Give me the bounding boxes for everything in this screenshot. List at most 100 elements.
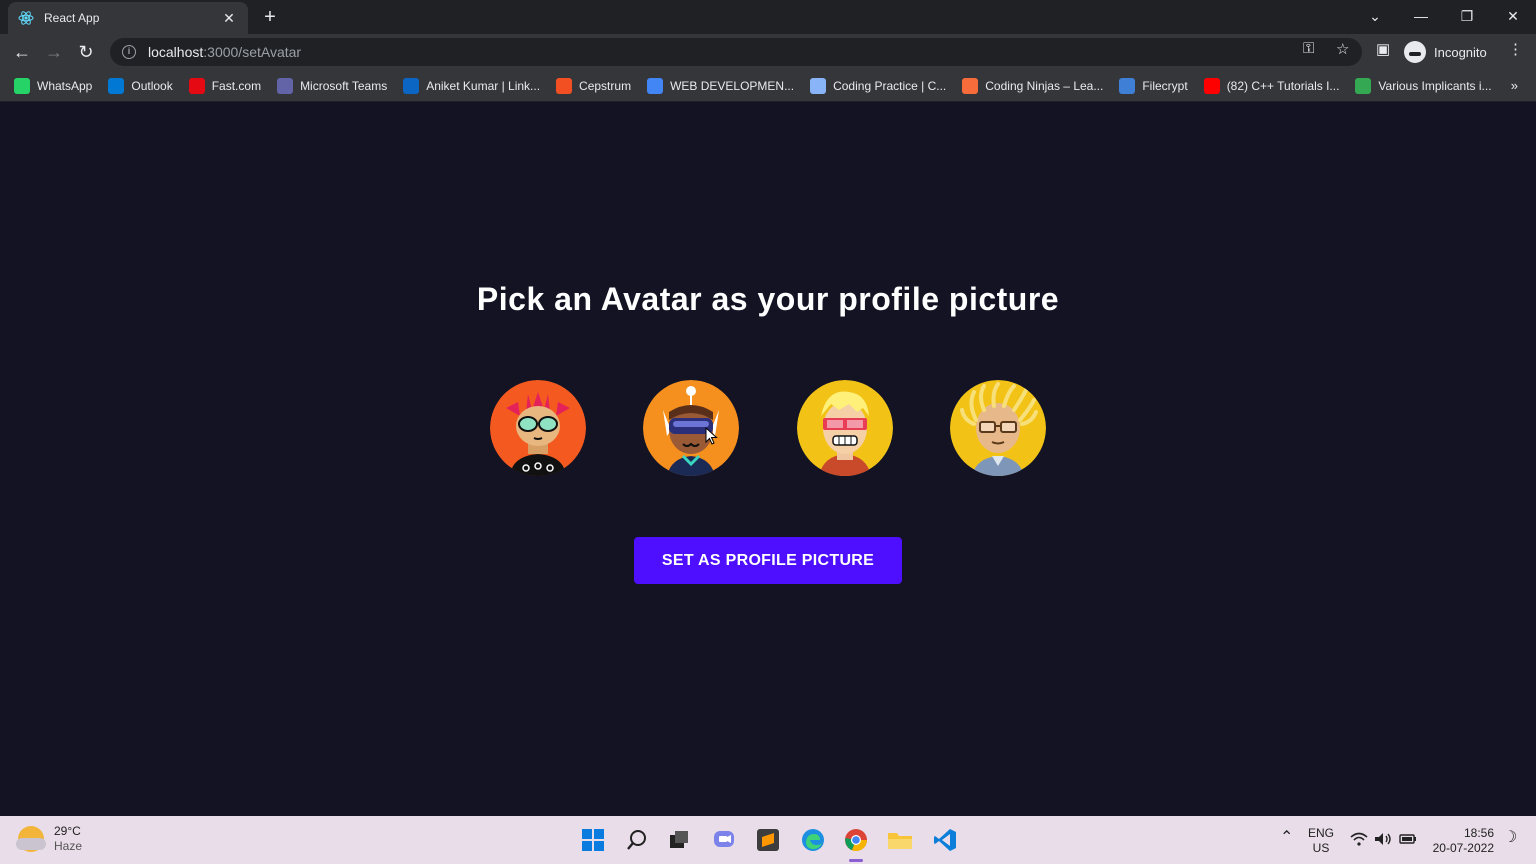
avatar-3-image [797, 380, 893, 476]
bookmark-item[interactable]: (82) C++ Tutorials I... [1203, 77, 1340, 94]
weather-condition: Haze [54, 839, 83, 853]
bookmark-item[interactable]: WhatsApp [14, 77, 93, 94]
incognito-label: Incognito [1434, 44, 1487, 60]
sublime-text-icon [757, 829, 779, 851]
show-hidden-icons-button[interactable]: ⌃ [1280, 830, 1293, 846]
file-explorer-button[interactable] [884, 824, 916, 856]
bookmark-label: Coding Practice | C... [833, 78, 947, 93]
vscode-button[interactable] [929, 824, 961, 856]
clock-date: 20-07-2022 [1432, 841, 1494, 855]
volume-icon[interactable] [1374, 832, 1392, 850]
language-code: ENG [1308, 826, 1335, 840]
search-button[interactable] [621, 824, 653, 856]
bookmark-label: Filecrypt [1142, 78, 1188, 93]
bookmark-favicon-icon [810, 77, 827, 94]
avatar-4-image [950, 380, 1046, 476]
battery-icon[interactable] [1399, 833, 1417, 849]
bookmark-label: Aniket Kumar | Link... [426, 78, 541, 93]
avatar-option-1[interactable] [490, 380, 586, 476]
weather-temperature: 29°C [54, 824, 81, 838]
url-path: :3000/setAvatar [203, 44, 302, 60]
back-button[interactable]: ← [10, 40, 34, 64]
avatar-option-2[interactable] [643, 380, 739, 476]
avatar-1-image [490, 380, 586, 476]
task-view-button[interactable] [663, 824, 695, 856]
bookmark-favicon-icon [277, 77, 294, 94]
mouse-cursor-icon [705, 427, 718, 445]
bookmark-label: WhatsApp [37, 78, 93, 93]
keyboard-layout: US [1312, 841, 1330, 855]
restore-button[interactable]: ❐ [1444, 0, 1490, 32]
bookmark-label: Fast.com [211, 78, 262, 93]
teams-chat-button[interactable] [708, 824, 740, 856]
set-profile-picture-button[interactable]: SET AS PROFILE PICTURE [634, 537, 902, 584]
sublime-text-button[interactable] [752, 824, 784, 856]
edge-icon [802, 829, 824, 851]
bookmark-favicon-icon [188, 77, 205, 94]
bookmark-label: (82) C++ Tutorials I... [1226, 78, 1340, 93]
clock-time: 18:56 [1463, 826, 1494, 840]
bookmarks-overflow-icon[interactable]: » [1511, 78, 1518, 93]
bookmark-label: WEB DEVELOPMEN... [670, 78, 795, 93]
url-host: localhost [148, 44, 204, 60]
avatar-option-4[interactable] [950, 380, 1046, 476]
minimize-button[interactable]: — [1398, 0, 1444, 32]
site-info-icon[interactable]: i [122, 45, 136, 59]
bookmark-favicon-icon [1203, 77, 1220, 94]
forward-button[interactable]: → [42, 40, 66, 64]
reload-button[interactable]: ↻ [74, 40, 98, 64]
bookmark-item[interactable]: WEB DEVELOPMEN... [647, 77, 795, 94]
bookmark-item[interactable]: Microsoft Teams [277, 77, 388, 94]
notification-moon-icon[interactable]: ☽ [1503, 830, 1517, 846]
bookmark-item[interactable]: Aniket Kumar | Link... [403, 77, 541, 94]
bookmark-item[interactable]: Coding Ninjas – Lea... [962, 77, 1104, 94]
bookmark-favicon-icon [556, 77, 573, 94]
bookmark-item[interactable]: Filecrypt [1119, 77, 1188, 94]
chrome-button[interactable] [840, 824, 872, 862]
incognito-icon [1404, 41, 1426, 63]
bookmark-favicon-icon [108, 77, 125, 94]
bookmark-favicon-icon [403, 77, 420, 94]
bookmark-label: Microsoft Teams [300, 78, 388, 93]
bookmark-label: Coding Ninjas – Lea... [985, 78, 1104, 93]
bookmark-item[interactable]: Various Implicants i... [1355, 77, 1492, 94]
bookmark-favicon-icon [14, 77, 30, 94]
bookmark-label: Outlook [131, 78, 173, 93]
bookmark-item[interactable]: Coding Practice | C... [810, 77, 947, 94]
tab-close-icon[interactable]: ✕ [220, 10, 238, 27]
key-icon[interactable]: ⚿ [1303, 40, 1314, 57]
set-avatar-page: Pick an Avatar as your profile picture S… [0, 103, 1536, 816]
react-icon [18, 11, 34, 25]
tab-react-app[interactable]: React App ✕ [8, 2, 248, 34]
edge-button[interactable] [797, 824, 829, 856]
clock[interactable]: 18:56 20-07-2022 [1428, 826, 1494, 856]
wifi-icon[interactable] [1350, 832, 1368, 850]
new-tab-button[interactable]: + [259, 6, 281, 28]
bookmark-item[interactable]: Outlook [108, 77, 173, 94]
incognito-indicator[interactable]: Incognito [1404, 39, 1487, 65]
start-button[interactable] [577, 824, 609, 856]
weather-haze-icon [16, 826, 46, 852]
side-panel-icon[interactable]: ▣ [1376, 40, 1390, 58]
tab-search-icon[interactable]: ⌄ [1352, 0, 1398, 32]
address-bar[interactable]: i localhost:3000/setAvatar [110, 38, 1362, 66]
bookmark-label: Various Implicants i... [1378, 78, 1492, 93]
chrome-icon [845, 829, 868, 852]
windows-taskbar: 29°C Haze ⌃ ENG US 18:56 20-07-2022 ☽ [0, 816, 1536, 864]
folder-icon [888, 833, 912, 849]
avatar-option-3[interactable] [797, 380, 893, 476]
bookmark-favicon-icon [647, 77, 664, 94]
weather-widget[interactable]: 29°C Haze [16, 824, 83, 854]
avatar-2-image [643, 380, 739, 476]
search-icon [627, 830, 646, 850]
browser-toolbar: ← → ↻ i localhost:3000/setAvatar ⚿ ☆ ▣ I… [0, 34, 1536, 70]
bookmark-star-icon[interactable]: ☆ [1336, 40, 1349, 58]
bookmark-favicon-icon [1119, 77, 1136, 94]
menu-icon[interactable]: ⋮ [1508, 40, 1523, 58]
bookmark-label: Cepstrum [579, 78, 632, 93]
bookmark-item[interactable]: Fast.com [188, 77, 262, 94]
close-window-button[interactable]: ✕ [1490, 0, 1536, 32]
bookmark-item[interactable]: Cepstrum [556, 77, 632, 94]
language-indicator[interactable]: ENG US [1308, 826, 1334, 856]
tab-title: React App [44, 11, 100, 25]
